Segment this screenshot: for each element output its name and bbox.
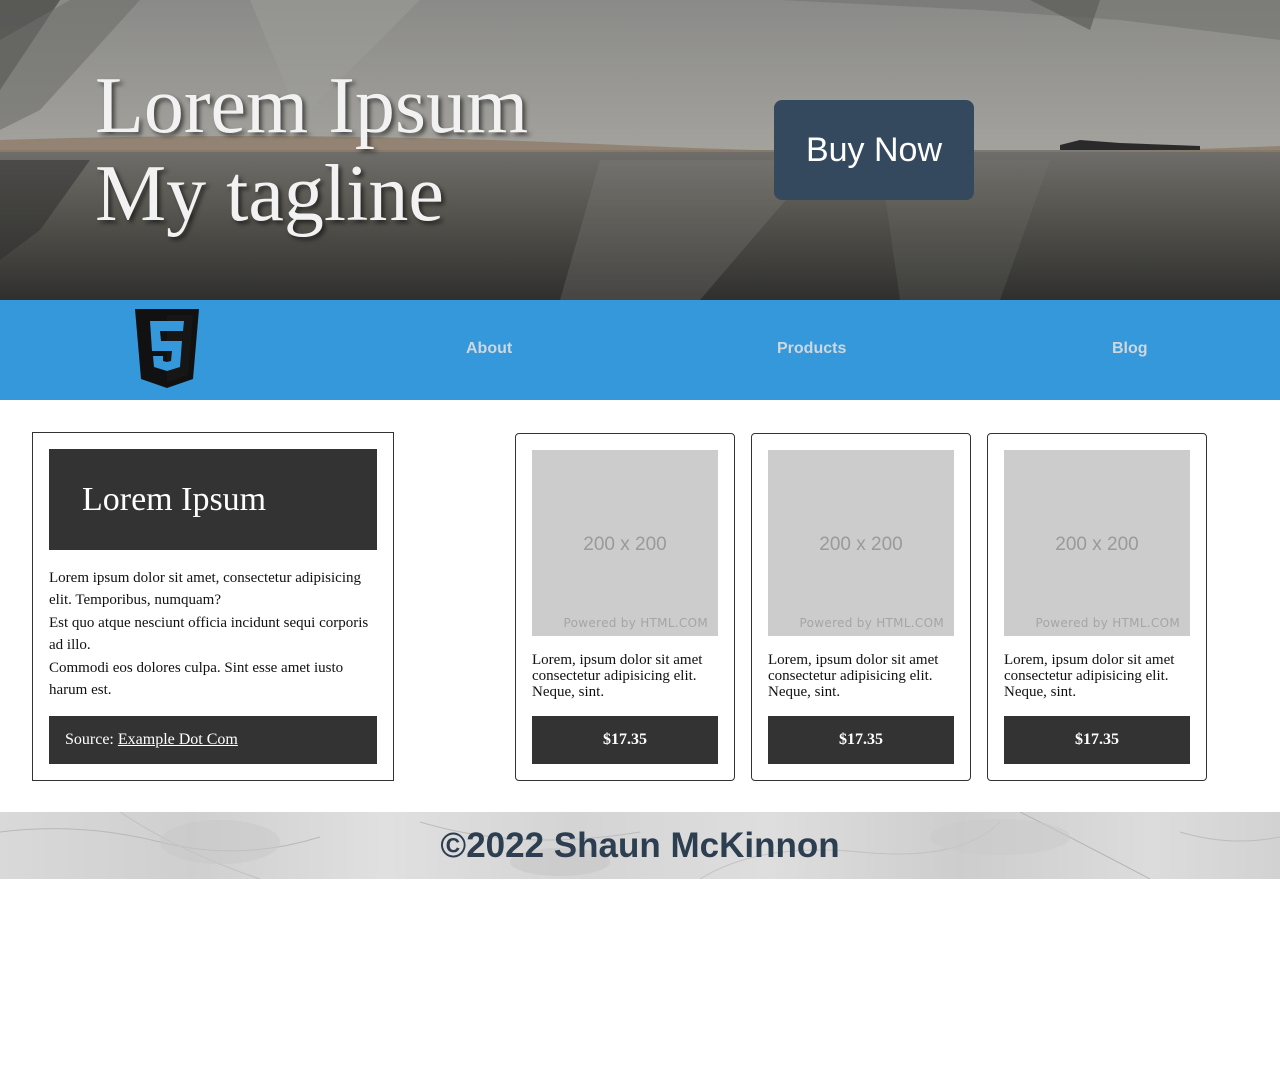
product-description: Lorem, ipsum dolor sit amet consectetur … — [768, 652, 939, 700]
info-paragraph: Est quo atque nesciunt officia incidunt … — [49, 614, 369, 654]
product-description: Lorem, ipsum dolor sit amet consectetur … — [1004, 652, 1175, 700]
nav-link-products[interactable]: Products — [777, 340, 846, 358]
html5-logo-icon[interactable] — [133, 309, 201, 389]
info-paragraph: Lorem ipsum dolor sit amet, consectetur … — [49, 570, 362, 609]
placeholder-credit: Powered by HTML.COM — [1035, 616, 1180, 630]
info-card-footer: Source: Example Dot Com — [49, 716, 377, 764]
product-image-placeholder: 200 x 200 Powered by HTML.COM — [1004, 450, 1190, 636]
hero-title: Lorem Ipsum My tagline — [95, 62, 528, 238]
product-card: 200 x 200 Powered by HTML.COM Lorem, ips… — [751, 433, 971, 781]
nav-link-blog[interactable]: Blog — [1112, 340, 1148, 358]
placeholder-credit: Powered by HTML.COM — [799, 616, 944, 630]
page-footer: ©2022 Shaun McKinnon — [0, 812, 1280, 879]
copyright-text: ©2022 Shaun McKinnon — [440, 825, 840, 865]
info-card-heading: Lorem Ipsum — [49, 449, 377, 550]
placeholder-size-label: 200 x 200 — [583, 534, 667, 555]
placeholder-size-label: 200 x 200 — [1055, 534, 1139, 555]
product-card: 200 x 200 Powered by HTML.COM Lorem, ips… — [987, 433, 1207, 781]
product-image-placeholder: 200 x 200 Powered by HTML.COM — [768, 450, 954, 636]
source-link[interactable]: Example Dot Com — [118, 731, 238, 749]
nav-link-about[interactable]: About — [466, 340, 512, 358]
info-card-body: Lorem ipsum dolor sit amet, consectetur … — [49, 567, 377, 701]
hero-tagline: My tagline — [95, 150, 444, 238]
main-content: Lorem Ipsum Lorem ipsum dolor sit amet, … — [0, 400, 1280, 812]
placeholder-credit: Powered by HTML.COM — [563, 616, 708, 630]
hero-title-line-1: Lorem Ipsum — [95, 62, 529, 150]
price-button[interactable]: $17.35 — [1004, 716, 1190, 764]
placeholder-size-label: 200 x 200 — [819, 534, 903, 555]
product-card: 200 x 200 Powered by HTML.COM Lorem, ips… — [515, 433, 735, 781]
info-card: Lorem Ipsum Lorem ipsum dolor sit amet, … — [32, 432, 394, 781]
info-paragraph: Commodi eos dolores culpa. Sint esse ame… — [49, 659, 344, 699]
price-button[interactable]: $17.35 — [532, 716, 718, 764]
product-image-placeholder: 200 x 200 Powered by HTML.COM — [532, 450, 718, 636]
buy-now-button[interactable]: Buy Now — [774, 100, 974, 200]
product-description: Lorem, ipsum dolor sit amet consectetur … — [532, 652, 703, 700]
source-label: Source: — [65, 731, 114, 748]
price-button[interactable]: $17.35 — [768, 716, 954, 764]
hero-banner: Lorem Ipsum My tagline Buy Now — [0, 0, 1280, 300]
main-navigation: About Products Blog — [0, 300, 1280, 400]
